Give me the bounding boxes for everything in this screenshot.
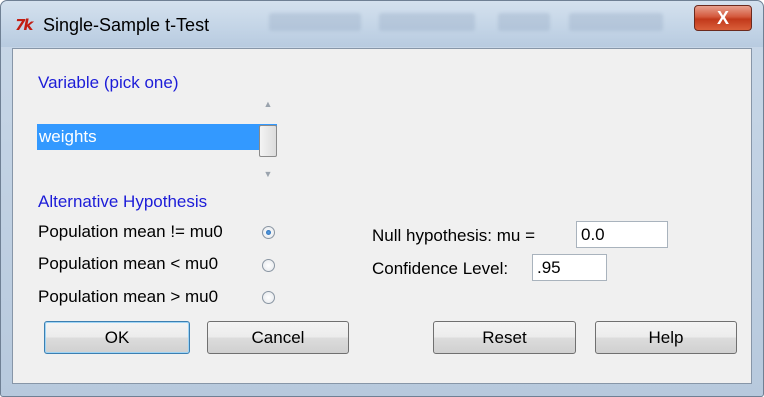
option-label-greater: Population mean > mu0 [38,287,219,306]
ok-button[interactable]: OK [44,321,190,354]
scroll-thumb[interactable] [259,125,277,157]
option-label-less: Population mean < mu0 [38,254,219,273]
background-window-ghost [569,13,663,31]
background-window-ghost [379,13,475,31]
scroll-up-icon[interactable]: ▲ [257,97,279,111]
confidence-level-label: Confidence Level: [372,259,509,278]
dialog-window: 7k Single-Sample t-Test X Variable (pick… [0,0,764,397]
title-bar[interactable]: 7k Single-Sample t-Test X [1,1,763,47]
window-title: Single-Sample t-Test [43,15,210,35]
confidence-level-input[interactable]: .95 [532,254,607,281]
radio-not-equal[interactable] [262,226,275,239]
option-label-not-equal: Population mean != mu0 [38,222,223,241]
radio-less[interactable] [262,259,275,272]
cancel-button[interactable]: Cancel [207,321,349,354]
list-item-weights[interactable]: weights [37,124,277,150]
help-button[interactable]: Help [595,321,737,354]
reset-button[interactable]: Reset [433,321,576,354]
variable-listbox[interactable]: weights [27,77,277,177]
scroll-down-icon[interactable]: ▼ [257,167,279,181]
tk-app-icon: 7k [15,16,33,34]
background-window-ghost [498,13,550,31]
close-icon: X [716,8,729,28]
alternative-heading: Alternative Hypothesis [38,192,208,211]
variable-scrollbar[interactable]: ▲ ▼ [257,97,279,185]
null-hypothesis-input[interactable]: 0.0 [576,221,668,248]
background-window-ghost [269,13,361,31]
null-hypothesis-label: Null hypothesis: mu = [372,226,535,245]
radio-greater[interactable] [262,291,275,304]
close-button[interactable]: X [694,5,752,31]
